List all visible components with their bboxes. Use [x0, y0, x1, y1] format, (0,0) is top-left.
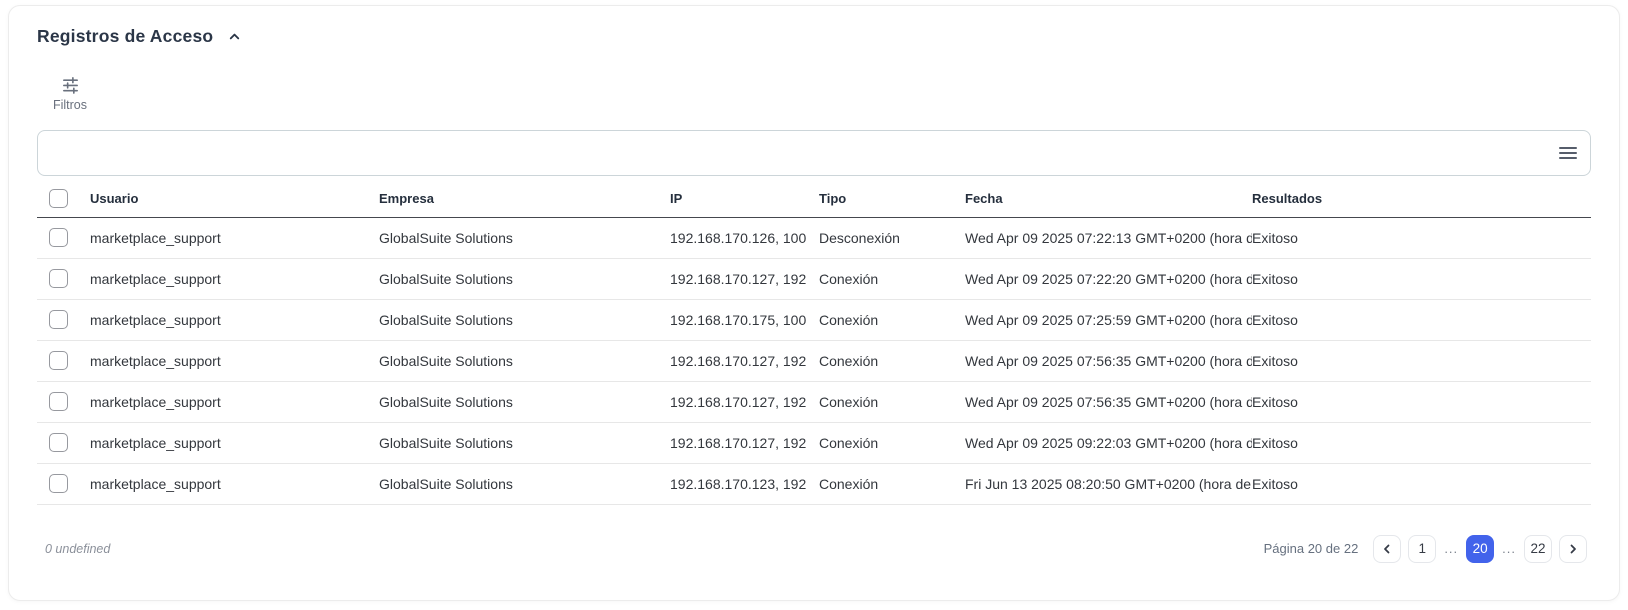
cell-fecha: Wed Apr 09 2025 07:56:35 GMT+0200 (hora …	[965, 340, 1252, 381]
cell-tipo: Conexión	[819, 463, 965, 504]
cell-empresa: GlobalSuite Solutions	[379, 422, 670, 463]
cell-tipo: Conexión	[819, 299, 965, 340]
cell-ip: 192.168.170.175, 100	[670, 299, 819, 340]
selection-summary: 0 undefined	[45, 542, 110, 556]
page-button-1[interactable]: 1	[1408, 535, 1436, 563]
column-header-resultados[interactable]: Resultados	[1252, 180, 1591, 217]
cell-empresa: GlobalSuite Solutions	[379, 258, 670, 299]
access-logs-panel: Registros de Acceso Filtros	[8, 5, 1620, 601]
cell-ip: 192.168.170.127, 192	[670, 340, 819, 381]
table-row[interactable]: marketplace_support GlobalSuite Solution…	[37, 299, 1591, 340]
cell-tipo: Conexión	[819, 381, 965, 422]
pagination-label: Página 20 de 22	[1264, 541, 1359, 556]
table-row[interactable]: marketplace_support GlobalSuite Solution…	[37, 381, 1591, 422]
row-checkbox[interactable]	[49, 310, 68, 329]
column-header-fecha[interactable]: Fecha	[965, 180, 1252, 217]
table-footer: 0 undefined Página 20 de 22 1 ... 20 ...…	[37, 505, 1591, 563]
chevron-right-icon	[1567, 543, 1579, 555]
column-header-ip[interactable]: IP	[670, 180, 819, 217]
cell-fecha: Wed Apr 09 2025 07:25:59 GMT+0200 (hora …	[965, 299, 1252, 340]
cell-tipo: Conexión	[819, 422, 965, 463]
cell-fecha: Wed Apr 09 2025 07:56:35 GMT+0200 (hora …	[965, 381, 1252, 422]
cell-ip: 192.168.170.127, 192	[670, 381, 819, 422]
grid-menu-button[interactable]	[1557, 144, 1579, 162]
sliders-icon	[61, 75, 80, 94]
chevron-left-icon	[1381, 543, 1393, 555]
row-checkbox[interactable]	[49, 351, 68, 370]
cell-tipo: Conexión	[819, 258, 965, 299]
filters-label: Filtros	[53, 98, 87, 112]
cell-usuario: marketplace_support	[90, 299, 379, 340]
cell-tipo: Conexión	[819, 340, 965, 381]
cell-fecha: Wed Apr 09 2025 07:22:13 GMT+0200 (hora …	[965, 217, 1252, 258]
cell-resultados: Exitoso	[1252, 422, 1591, 463]
cell-ip: 192.168.170.126, 100	[670, 217, 819, 258]
page-button-current[interactable]: 20	[1466, 535, 1494, 563]
cell-usuario: marketplace_support	[90, 422, 379, 463]
cell-resultados: Exitoso	[1252, 299, 1591, 340]
access-logs-table: Usuario Empresa IP Tipo Fecha Resultados…	[37, 180, 1591, 505]
cell-resultados: Exitoso	[1252, 258, 1591, 299]
row-checkbox[interactable]	[49, 433, 68, 452]
column-header-usuario[interactable]: Usuario	[90, 180, 379, 217]
page-button-22[interactable]: 22	[1524, 535, 1552, 563]
cell-ip: 192.168.170.127, 192	[670, 422, 819, 463]
table-row[interactable]: marketplace_support GlobalSuite Solution…	[37, 258, 1591, 299]
collapse-button[interactable]	[225, 27, 244, 46]
row-checkbox[interactable]	[49, 474, 68, 493]
cell-empresa: GlobalSuite Solutions	[379, 463, 670, 504]
select-all-checkbox[interactable]	[49, 189, 68, 208]
cell-usuario: marketplace_support	[90, 258, 379, 299]
pagination: Página 20 de 22 1 ... 20 ... 22	[1264, 535, 1587, 563]
chevron-up-icon	[227, 29, 242, 44]
quick-filter-bar	[37, 130, 1591, 176]
filters-button[interactable]: Filtros	[47, 75, 93, 112]
column-header-empresa[interactable]: Empresa	[379, 180, 670, 217]
table-header-row: Usuario Empresa IP Tipo Fecha Resultados	[37, 180, 1591, 217]
column-header-tipo[interactable]: Tipo	[819, 180, 965, 217]
row-checkbox[interactable]	[49, 228, 68, 247]
pagination-ellipsis: ...	[1501, 541, 1517, 556]
table-row[interactable]: marketplace_support GlobalSuite Solution…	[37, 422, 1591, 463]
panel-header: Registros de Acceso	[37, 26, 1591, 47]
cell-resultados: Exitoso	[1252, 381, 1591, 422]
cell-ip: 192.168.170.123, 192	[670, 463, 819, 504]
cell-empresa: GlobalSuite Solutions	[379, 299, 670, 340]
cell-resultados: Exitoso	[1252, 463, 1591, 504]
table-row[interactable]: marketplace_support GlobalSuite Solution…	[37, 340, 1591, 381]
cell-ip: 192.168.170.127, 192	[670, 258, 819, 299]
row-checkbox[interactable]	[49, 392, 68, 411]
cell-tipo: Desconexión	[819, 217, 965, 258]
pagination-ellipsis: ...	[1443, 541, 1459, 556]
next-page-button[interactable]	[1559, 535, 1587, 563]
cell-usuario: marketplace_support	[90, 381, 379, 422]
hamburger-menu-icon	[1559, 146, 1577, 160]
cell-fecha: Wed Apr 09 2025 07:22:20 GMT+0200 (hora …	[965, 258, 1252, 299]
search-input[interactable]	[37, 130, 1591, 176]
page-title: Registros de Acceso	[37, 26, 213, 47]
cell-empresa: GlobalSuite Solutions	[379, 381, 670, 422]
row-checkbox[interactable]	[49, 269, 68, 288]
table-row[interactable]: marketplace_support GlobalSuite Solution…	[37, 217, 1591, 258]
cell-fecha: Fri Jun 13 2025 08:20:50 GMT+0200 (hora …	[965, 463, 1252, 504]
cell-resultados: Exitoso	[1252, 340, 1591, 381]
prev-page-button[interactable]	[1373, 535, 1401, 563]
cell-empresa: GlobalSuite Solutions	[379, 340, 670, 381]
table-row[interactable]: marketplace_support GlobalSuite Solution…	[37, 463, 1591, 504]
cell-fecha: Wed Apr 09 2025 09:22:03 GMT+0200 (hora …	[965, 422, 1252, 463]
cell-usuario: marketplace_support	[90, 340, 379, 381]
cell-empresa: GlobalSuite Solutions	[379, 217, 670, 258]
cell-usuario: marketplace_support	[90, 217, 379, 258]
cell-resultados: Exitoso	[1252, 217, 1591, 258]
cell-usuario: marketplace_support	[90, 463, 379, 504]
